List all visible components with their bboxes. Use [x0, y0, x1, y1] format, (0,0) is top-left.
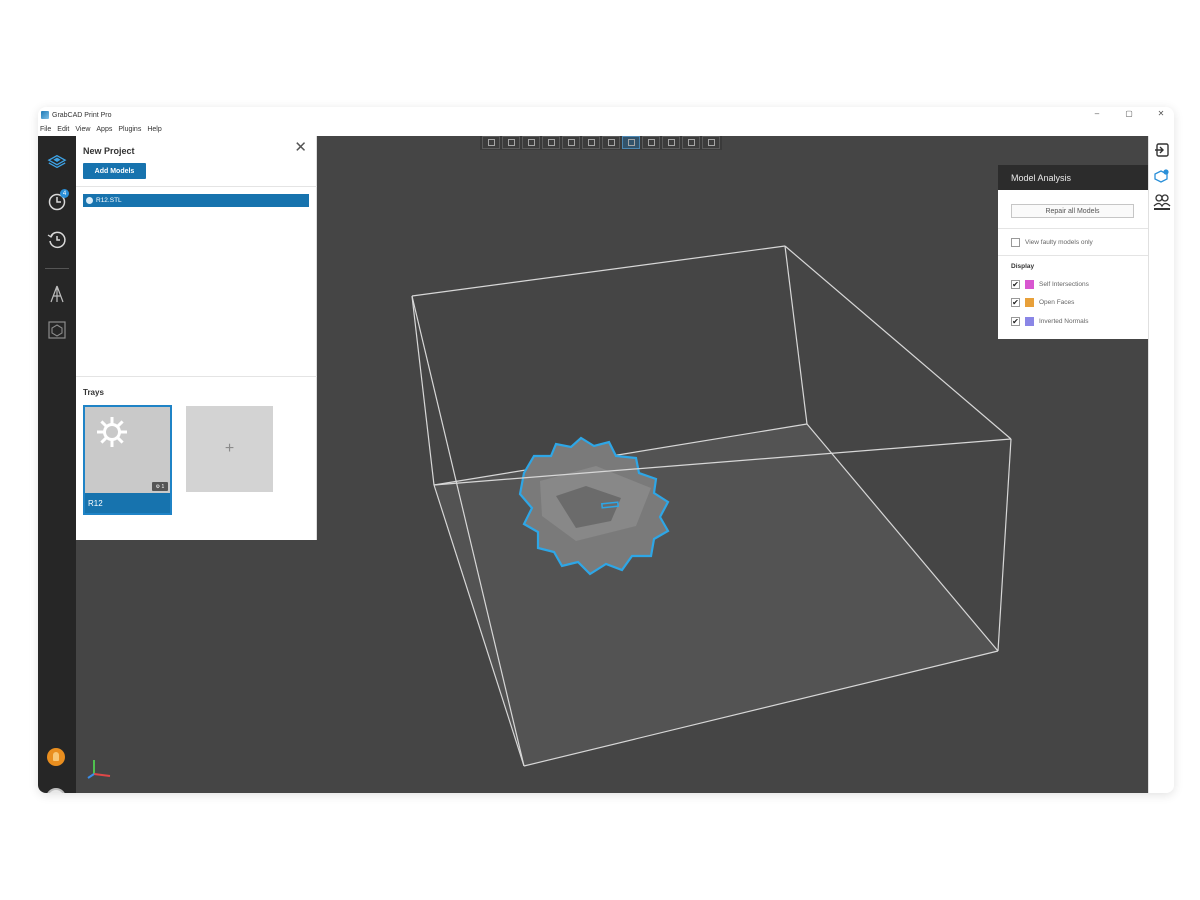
- menu-apps[interactable]: Apps: [96, 126, 112, 133]
- analysis-divider: [998, 228, 1148, 229]
- layout-icon[interactable]: [47, 320, 67, 340]
- history-icon[interactable]: [47, 230, 67, 250]
- display-item-inverted-normals[interactable]: ✔ Inverted Normals: [1011, 315, 1089, 327]
- view-top-icon[interactable]: [562, 136, 580, 149]
- open-faces-swatch: [1025, 297, 1034, 307]
- avatar[interactable]: [46, 788, 66, 793]
- display-heading: Display: [1011, 263, 1035, 270]
- menu-file[interactable]: File: [40, 126, 51, 133]
- faulty-only-toggle[interactable]: View faulty models only: [1011, 236, 1093, 248]
- tray-card[interactable]: ⚙ 1 R12: [83, 405, 172, 515]
- open-faces-checkbox[interactable]: ✔: [1011, 297, 1020, 307]
- open-faces-label: Open Faces: [1039, 298, 1075, 306]
- panel-divider: [76, 186, 317, 187]
- support-icon[interactable]: [47, 284, 67, 304]
- app-window: GrabCAD Print Pro – ▢ ✕ File Edit View A…: [38, 107, 1174, 793]
- display-item-open-faces[interactable]: ✔ Open Faces: [1011, 296, 1074, 308]
- trays-heading: Trays: [83, 388, 104, 397]
- camera-1-icon[interactable]: [662, 136, 680, 149]
- project-panel: New Project ✕ Add Models R12.STL Trays ⚙…: [76, 136, 317, 540]
- menu-edit[interactable]: Edit: [57, 126, 69, 133]
- panel-divider: [76, 376, 317, 377]
- camera-2-icon[interactable]: [682, 136, 700, 149]
- right-rail: [1148, 136, 1174, 793]
- inverted-normals-checkbox[interactable]: ✔: [1011, 316, 1020, 326]
- tray-count: 1: [161, 483, 165, 490]
- schedule-badge: 4: [60, 189, 69, 198]
- model-name: R12.STL: [96, 197, 122, 204]
- window-controls: – ▢ ✕: [1092, 109, 1166, 118]
- view-left-icon[interactable]: [522, 136, 540, 149]
- add-tray-button[interactable]: +: [186, 406, 273, 492]
- tray-name: R12: [85, 493, 170, 513]
- model-analysis-icon[interactable]: [1153, 167, 1171, 185]
- menu-help[interactable]: Help: [147, 126, 161, 133]
- tray-count-badge: ⚙ 1: [152, 482, 168, 491]
- left-rail: 4: [38, 136, 76, 793]
- close-panel-button[interactable]: ✕: [294, 140, 307, 155]
- view-front-icon[interactable]: [482, 136, 500, 149]
- menu-bar: File Edit View Apps Plugins Help: [38, 123, 168, 136]
- maximize-button[interactable]: ▢: [1124, 109, 1134, 118]
- analysis-divider: [998, 255, 1148, 256]
- rail-divider: [45, 268, 69, 269]
- view-fit-icon[interactable]: [622, 136, 640, 149]
- minimize-button[interactable]: –: [1092, 109, 1102, 118]
- project-title: New Project: [83, 146, 135, 156]
- analysis-title: Model Analysis: [998, 165, 1148, 190]
- self-intersections-label: Self Intersections: [1039, 280, 1089, 288]
- axis-triad-icon: [87, 760, 111, 779]
- view-iso-icon[interactable]: [602, 136, 620, 149]
- build-floor: [434, 424, 998, 766]
- view-screen-icon[interactable]: [642, 136, 660, 149]
- add-models-button[interactable]: Add Models: [83, 163, 146, 179]
- view-back-icon[interactable]: [502, 136, 520, 149]
- build-plate-icon[interactable]: [47, 152, 67, 172]
- menu-view[interactable]: View: [75, 126, 90, 133]
- people-icon[interactable]: [1153, 193, 1171, 211]
- exit-panel-icon[interactable]: [1153, 141, 1171, 159]
- model-status-icon: [86, 197, 93, 204]
- camera-3-icon[interactable]: [702, 136, 720, 149]
- window-title: GrabCAD Print Pro: [52, 111, 112, 119]
- faulty-only-checkbox[interactable]: [1011, 237, 1020, 247]
- faulty-only-label: View faulty models only: [1025, 238, 1093, 246]
- model-analysis-panel: Model Analysis Repair all Models View fa…: [998, 165, 1148, 339]
- close-window-button[interactable]: ✕: [1156, 109, 1166, 118]
- inverted-normals-label: Inverted Normals: [1039, 317, 1089, 325]
- app-logo-icon: [41, 111, 49, 119]
- view-right-icon[interactable]: [542, 136, 560, 149]
- title-bar: GrabCAD Print Pro – ▢ ✕: [38, 107, 1174, 123]
- repair-all-button[interactable]: Repair all Models: [1011, 204, 1134, 218]
- model-list-item[interactable]: R12.STL: [83, 194, 309, 207]
- inverted-normals-swatch: [1025, 316, 1034, 326]
- schedule-icon[interactable]: 4: [47, 189, 69, 212]
- tray-gear-icon: [97, 417, 127, 447]
- display-item-self-intersections[interactable]: ✔ Self Intersections: [1011, 278, 1089, 290]
- view-toolbar: [480, 136, 722, 150]
- self-intersections-checkbox[interactable]: ✔: [1011, 279, 1020, 289]
- menu-plugins[interactable]: Plugins: [118, 126, 141, 133]
- view-bottom-icon[interactable]: [582, 136, 600, 149]
- self-intersections-swatch: [1025, 279, 1034, 289]
- notification-icon[interactable]: [47, 748, 65, 766]
